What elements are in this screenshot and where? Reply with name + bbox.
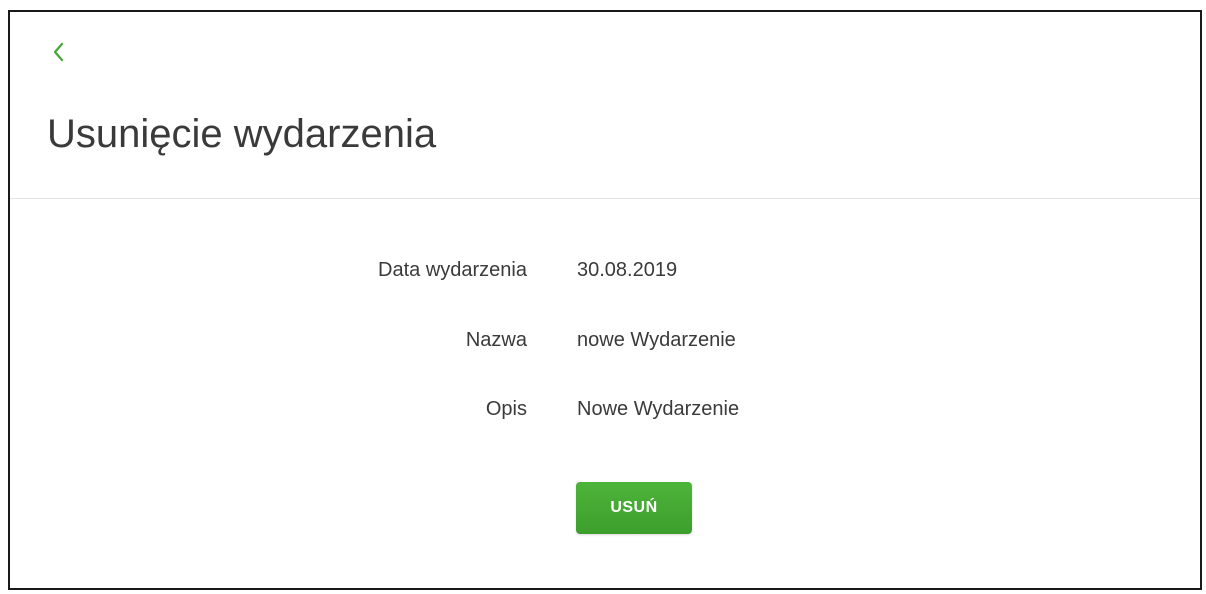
chevron-left-icon <box>53 42 64 62</box>
detail-row-date: Data wydarzenia 30.08.2019 <box>10 257 1200 283</box>
delete-button[interactable]: USUŃ <box>576 482 692 534</box>
page-title: Usunięcie wydarzenia <box>47 112 437 156</box>
date-value: 30.08.2019 <box>577 259 678 281</box>
description-value: Nowe Wydarzenie <box>577 398 740 420</box>
detail-row-name: Nazwa nowe Wydarzenie <box>10 327 1200 353</box>
event-delete-panel: Usunięcie wydarzenia Data wydarzenia 30.… <box>8 10 1202 590</box>
detail-row-description: Opis Nowe Wydarzenie <box>10 396 1200 422</box>
description-label: Opis <box>485 398 527 420</box>
back-button[interactable] <box>44 38 72 66</box>
header-divider <box>10 198 1200 199</box>
date-label: Data wydarzenia <box>378 259 527 281</box>
name-label: Nazwa <box>465 329 527 351</box>
name-value: nowe Wydarzenie <box>577 329 736 351</box>
